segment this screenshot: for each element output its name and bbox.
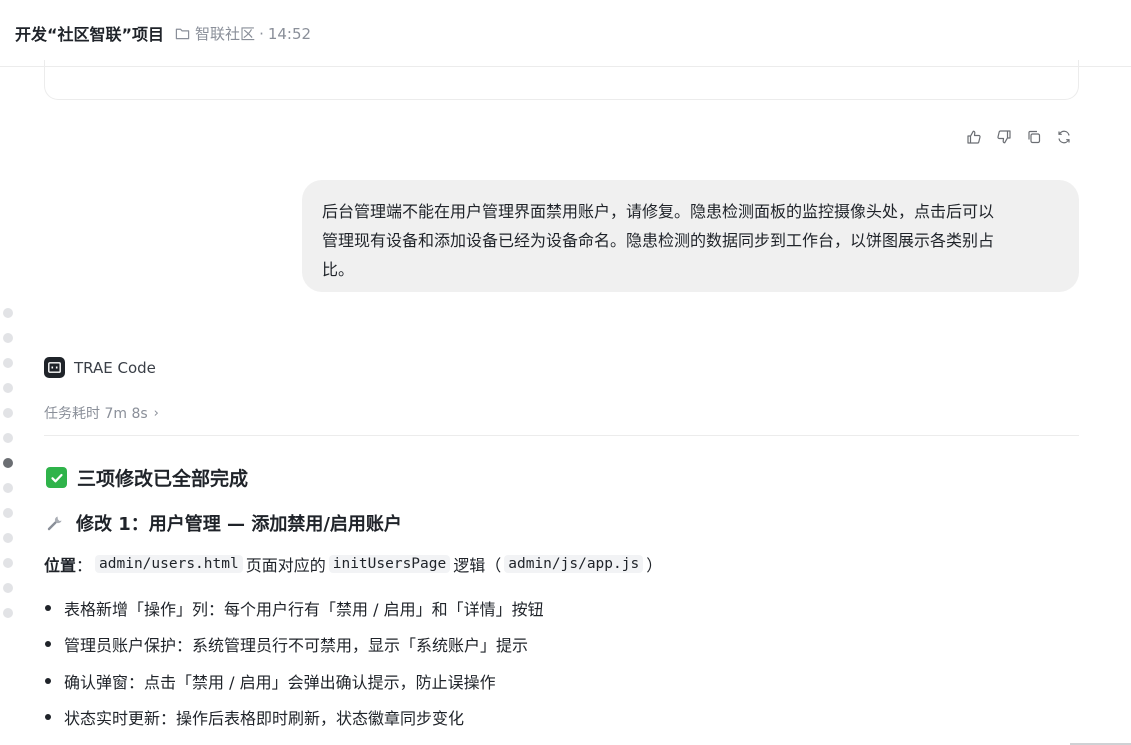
user-message-line: 比。 xyxy=(322,260,355,279)
chat-header: 开发“社区智联”项目 智联社区 · 14:52 xyxy=(0,0,1131,67)
timeline-dot[interactable] xyxy=(3,433,13,443)
list-item: 表格新增「操作」列：每个用户行有「禁用 / 启用」和「详情」按钮 xyxy=(44,590,544,626)
previous-message-card xyxy=(44,60,1079,100)
location-label: 位置 xyxy=(44,556,77,575)
user-message-line: 后台管理端不能在用户管理界面禁用账户，请修复。隐患检测面板的监控摄像头处，点击后… xyxy=(322,202,995,221)
timeline-dot[interactable] xyxy=(3,483,13,493)
location-text: 页面对应的 xyxy=(245,556,326,575)
divider xyxy=(44,435,1079,436)
section-heading: 修改 1：用户管理 — 添加禁用/启用账户 xyxy=(46,510,402,536)
bullet-icon xyxy=(45,605,51,612)
task-duration-toggle[interactable]: 任务耗时 7m 8s › xyxy=(44,403,159,423)
timeline-dot[interactable] xyxy=(3,508,13,518)
list-item-text: 表格新增「操作」列：每个用户行有「禁用 / 启用」和「详情」按钮 xyxy=(64,600,544,620)
list-item: 状态实时更新：操作后表格即时刷新，状态徽章同步变化 xyxy=(44,699,544,735)
agent-logo-icon xyxy=(44,357,65,378)
section-heading-text: 修改 1：用户管理 — 添加禁用/启用账户 xyxy=(76,514,402,535)
user-message-bubble: 后台管理端不能在用户管理界面禁用账户，请修复。隐患检测面板的监控摄像头处，点击后… xyxy=(302,180,1079,292)
bullet-icon xyxy=(45,714,51,721)
list-item: 确认弹窗：点击「禁用 / 启用」会弹出确认提示，防止误操作 xyxy=(44,663,544,699)
timeline-dot[interactable] xyxy=(3,608,13,618)
folder-icon xyxy=(175,26,190,41)
user-message-line: 管理现有设备和添加设备已经为设备命名。隐患检测的数据同步到工作台，以饼图展示各类… xyxy=(322,231,995,250)
list-item: 管理员账户保护：系统管理员行不可禁用，显示「系统账户」提示 xyxy=(44,626,544,662)
list-item-text: 状态实时更新：操作后表格即时刷新，状态徽章同步变化 xyxy=(64,709,465,729)
timeline-dot[interactable] xyxy=(3,358,13,368)
timeline-dot[interactable] xyxy=(3,383,13,393)
location-text: ） xyxy=(646,556,663,575)
response-heading: 三项修改已全部完成 xyxy=(46,464,248,491)
agent-header: TRAE Code xyxy=(44,357,156,378)
workspace-name[interactable]: 智联社区 xyxy=(195,25,255,43)
refresh-icon[interactable] xyxy=(1056,129,1072,145)
breadcrumb[interactable]: 智联社区 · 14:52 xyxy=(195,23,311,44)
timeline-dot[interactable] xyxy=(3,333,13,343)
location-text: 逻辑（ xyxy=(453,556,502,575)
bullet-icon xyxy=(45,641,51,648)
timeline-dot[interactable] xyxy=(3,583,13,593)
task-duration-label: 任务耗时 7m 8s xyxy=(44,406,148,422)
code-js-path: admin/js/app.js xyxy=(504,555,644,573)
chevron-right-icon: › xyxy=(153,405,159,421)
agent-name: TRAE Code xyxy=(74,358,156,377)
message-actions xyxy=(966,129,1072,145)
thumbs-up-icon[interactable] xyxy=(966,129,982,145)
thumbs-down-icon[interactable] xyxy=(996,129,1012,145)
page-title: 开发“社区智联”项目 xyxy=(15,25,165,44)
code-function-name: initUsersPage xyxy=(328,555,451,573)
list-item-text: 确认弹窗：点击「禁用 / 启用」会弹出确认提示，防止误操作 xyxy=(64,672,496,692)
location-colon: ： xyxy=(76,556,93,575)
response-heading-text: 三项修改已全部完成 xyxy=(77,468,249,490)
code-file-path: admin/users.html xyxy=(95,555,243,573)
wrench-icon xyxy=(46,513,66,533)
bullet-icon xyxy=(45,677,51,684)
location-line: 位置： admin/users.html 页面对应的 initUsersPage 逻辑（… xyxy=(44,552,662,576)
timeline-dot[interactable] xyxy=(3,533,13,543)
breadcrumb-separator: · xyxy=(259,24,264,43)
conversation-timeline xyxy=(3,308,13,633)
timestamp: 14:52 xyxy=(267,24,312,43)
timeline-dot[interactable] xyxy=(3,558,13,568)
copy-icon[interactable] xyxy=(1026,129,1042,145)
change-list: 表格新增「操作」列：每个用户行有「禁用 / 启用」和「详情」按钮 管理员账户保护… xyxy=(44,590,544,735)
list-item-text: 管理员账户保护：系统管理员行不可禁用，显示「系统账户」提示 xyxy=(64,636,529,656)
check-mark-icon xyxy=(46,467,67,488)
timeline-dot[interactable] xyxy=(3,408,13,418)
timeline-dot-active[interactable] xyxy=(3,458,13,468)
timeline-dot[interactable] xyxy=(3,308,13,318)
